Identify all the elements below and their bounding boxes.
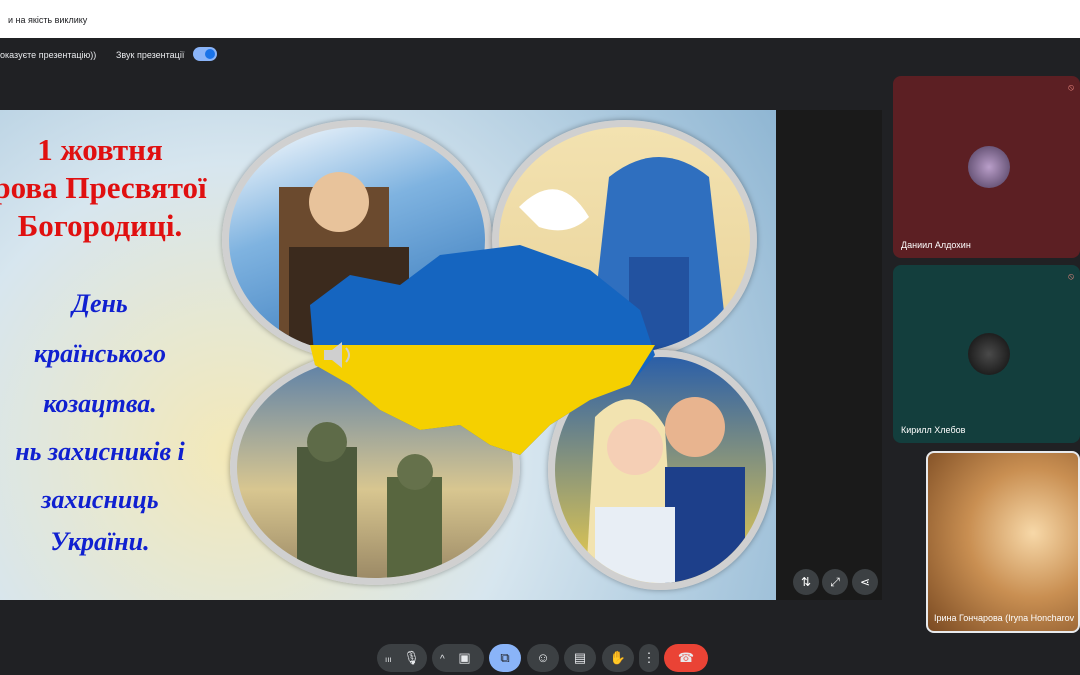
emoji-button[interactable]: ☺ <box>527 644 559 672</box>
slide-title-line-1: рова Пресвятої <box>0 170 207 205</box>
call-quality-hint: и на якість виклику <box>8 15 88 25</box>
raise-hand-button[interactable]: ✋ <box>602 644 634 672</box>
microphone-icon: 🎙 <box>403 650 420 665</box>
call-controls: ııı 🎙 ^ ▣ ⧉ ☺ ▤ ✋ ⋮ ☎ <box>0 642 1080 672</box>
slide-subtitle-line-4: нь захисників і <box>15 437 185 466</box>
avatar <box>968 333 1010 375</box>
participant-name: Ірина Гончарова (Iryna Honcharov <box>934 613 1075 623</box>
more-options-button[interactable]: ⋮ <box>639 644 659 672</box>
presentation-sound-label: Звук презентації <box>116 50 185 60</box>
slide-subtitle-line-1: День <box>72 289 128 318</box>
participant-tile-3[interactable]: Ірина Гончарова (Iryna Honcharov <box>926 451 1080 633</box>
fullscreen-icon[interactable]: ⤢ <box>822 569 848 595</box>
top-bar: и на якість виклику <box>0 0 1080 40</box>
present-button[interactable]: ⧉ <box>489 644 521 672</box>
captions-button[interactable]: ▤ <box>564 644 596 672</box>
presentation-bar: оказуєте презентацію)) Звук презентації <box>0 40 1080 68</box>
captions-icon: ▤ <box>573 650 587 665</box>
present-screen-icon: ⧉ <box>500 650 510 665</box>
swap-icon[interactable]: ⇅ <box>793 569 819 595</box>
slide-subtitle-line-3: козацтва. <box>43 389 157 418</box>
slide-subtitle-line-6: України. <box>50 527 150 556</box>
slide-subtitle-line-5: захисниць <box>41 485 159 514</box>
more-vert-icon: ⋮ <box>642 650 656 665</box>
audio-level-icon: ııı <box>385 655 392 664</box>
slide-date: 1 жовтня <box>37 132 163 167</box>
avatar <box>968 146 1010 188</box>
end-call-icon: ☎ <box>677 650 695 665</box>
presentation-sound-toggle[interactable] <box>193 47 217 61</box>
chevron-up-icon: ^ <box>440 654 445 665</box>
mic-off-icon: ⦸ <box>1068 271 1074 281</box>
presenting-hint: оказуєте презентацію)) <box>0 50 97 60</box>
end-call-button[interactable]: ☎ <box>664 644 708 672</box>
participant-name: Кирилл Хлебов <box>901 425 966 435</box>
emoji-icon: ☺ <box>536 650 550 665</box>
share-icon[interactable]: ⋖ <box>852 569 878 595</box>
presentation-stage: 1 жовтня рова Пресвятої Богородиці. День… <box>0 110 882 600</box>
participant-name: Даниил Алдохин <box>901 240 971 250</box>
hand-icon: ✋ <box>609 650 627 665</box>
sound-icon[interactable] <box>320 340 356 370</box>
participant-tile-2[interactable]: ⦸ Кирилл Хлебов <box>893 265 1080 443</box>
mic-button[interactable]: ııı 🎙 <box>377 644 427 672</box>
participant-tile-1[interactable]: ⦸ Даниил Алдохин <box>893 76 1080 258</box>
slide-title-line-2: Богородиці. <box>17 208 183 243</box>
presentation-slide: 1 жовтня рова Пресвятої Богородиці. День… <box>0 110 776 600</box>
camera-button[interactable]: ^ ▣ <box>432 644 484 672</box>
mic-off-icon: ⦸ <box>1068 82 1074 92</box>
camera-icon: ▣ <box>458 650 471 665</box>
slide-subtitle-line-2: країнського <box>33 339 167 368</box>
toggle-knob <box>205 49 215 59</box>
